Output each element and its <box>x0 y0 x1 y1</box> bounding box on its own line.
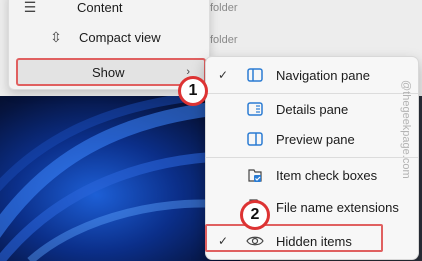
compact-view-icon: ⇳ <box>50 28 62 45</box>
check-icon: ✓ <box>218 68 229 82</box>
divider <box>206 157 418 158</box>
preview-pane-icon <box>246 131 264 147</box>
menu-item-label: Content <box>77 0 123 15</box>
desktop-wallpaper <box>0 96 240 261</box>
submenu-item-label: Preview pane <box>276 131 355 147</box>
submenu-item-file-name-extensions[interactable]: File name extensions <box>206 193 418 221</box>
divider <box>206 93 418 94</box>
navigation-pane-icon <box>246 67 264 83</box>
menu-item-label: Compact view <box>79 29 161 45</box>
menu-item-show[interactable]: Show › <box>16 58 206 86</box>
submenu-item-label: Details pane <box>276 101 349 117</box>
wallpaper-swirl <box>0 96 240 261</box>
menu-item-compact-view[interactable]: ⇳ Compact view <box>13 23 205 51</box>
submenu-item-navigation-pane[interactable]: ✓ Navigation pane <box>206 61 418 89</box>
step-1-badge: 1 <box>178 76 208 106</box>
folder-type-label: folder <box>210 34 238 46</box>
submenu-item-item-check-boxes[interactable]: Item check boxes <box>206 161 418 189</box>
submenu-item-label: Navigation pane <box>276 67 370 83</box>
folder-type-label: folder <box>210 2 238 14</box>
step-2-badge: 2 <box>240 200 270 230</box>
checkbox-icon <box>246 167 264 183</box>
submenu-item-label: File name extensions <box>276 199 399 215</box>
menu-item-label: Show <box>92 64 125 80</box>
submenu-item-preview-pane[interactable]: Preview pane <box>206 125 418 153</box>
submenu-item-details-pane[interactable]: Details pane <box>206 95 418 123</box>
content-icon: ☰ <box>23 0 37 15</box>
menu-item-content[interactable]: ☰ Content <box>13 0 205 21</box>
hidden-items-highlight <box>205 224 383 252</box>
watermark: @thegeekpage.com <box>400 80 412 179</box>
submenu-item-label: Item check boxes <box>276 167 378 183</box>
details-pane-icon <box>246 101 264 117</box>
